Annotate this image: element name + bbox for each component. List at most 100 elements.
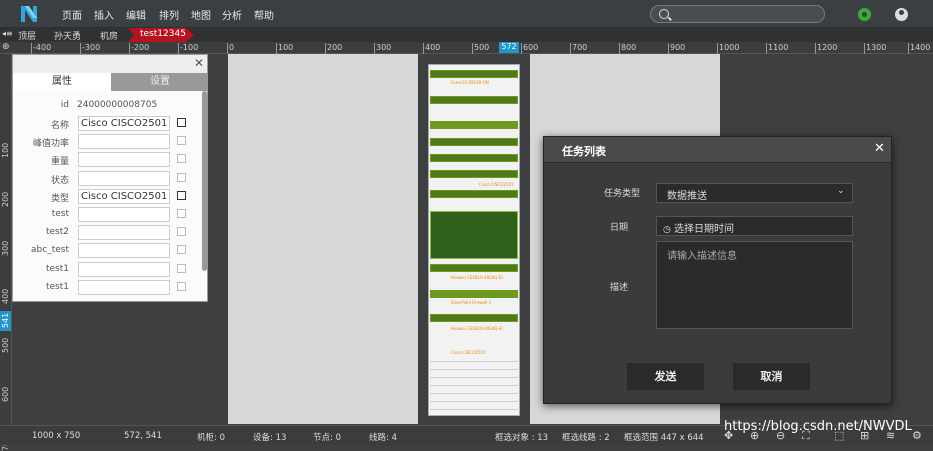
ruler-tick: -300: [79, 43, 101, 54]
device-label: Huawei CE6810-48S4Q-EI: [451, 326, 503, 331]
rack-slot: [430, 389, 518, 394]
ruler-tick: 1000: [716, 43, 740, 54]
property-checkbox[interactable]: [177, 281, 186, 291]
property-label: 峰值功率: [32, 139, 69, 150]
ruler-tick: 100: [275, 43, 294, 54]
property-row: test: [13, 206, 207, 224]
property-checkbox[interactable]: [177, 190, 186, 200]
menu-analyze[interactable]: 分析: [222, 7, 242, 22]
device-label: Cisco CISCO2501: [479, 182, 514, 187]
property-checkbox[interactable]: [177, 136, 186, 146]
ruler-tick: 1100: [765, 43, 789, 54]
property-checkbox[interactable]: [177, 118, 186, 127]
tab-settings[interactable]: 设置: [111, 73, 207, 91]
ruler-tick: 300: [373, 43, 392, 54]
property-label: 名称: [50, 121, 69, 131]
gear-icon[interactable]: [858, 8, 871, 21]
property-label: test: [51, 209, 69, 219]
menu-map[interactable]: 地图: [191, 7, 211, 22]
device-label: Huawei CE6810-48S4Q-EI: [451, 275, 503, 280]
node-count: 节点: 0: [313, 433, 341, 443]
rack-slot: [430, 381, 518, 386]
description-textarea[interactable]: 请输入描述信息: [656, 241, 853, 329]
tab-properties[interactable]: 属性: [13, 73, 111, 91]
ruler-tick: 900: [667, 43, 686, 54]
property-checkbox[interactable]: [177, 227, 186, 237]
property-row: 重量: [13, 151, 207, 169]
property-checkbox[interactable]: [177, 263, 186, 273]
settings-icon[interactable]: ⚙: [912, 429, 922, 442]
send-button[interactable]: 发送: [627, 363, 704, 390]
breadcrumb-active[interactable]: test12345: [128, 28, 194, 42]
clock-icon: ◷: [663, 225, 671, 235]
property-checkbox[interactable]: [177, 209, 186, 218]
menu-insert[interactable]: 插入: [94, 7, 114, 22]
rack-slot: [430, 357, 518, 362]
property-checkbox[interactable]: [177, 172, 186, 182]
rack-slot: [430, 365, 518, 370]
task-type-value: 数据推送: [667, 191, 707, 202]
property-checkbox[interactable]: [177, 245, 186, 255]
canvas-area[interactable]: [228, 54, 418, 424]
task-list-dialog: 任务列表 ✕ 任务类型 数据推送 ⌄ 日期 ◷ 选择日期时间 描述 请输入描述信…: [543, 136, 892, 404]
rack-device[interactable]: [430, 96, 518, 104]
rack-slot: [430, 397, 518, 402]
rack-device[interactable]: [430, 314, 518, 322]
breadcrumb-item[interactable]: 机房: [100, 29, 118, 42]
rack-device[interactable]: [430, 170, 518, 178]
task-type-label: 任务类型: [603, 189, 640, 199]
date-picker[interactable]: ◷ 选择日期时间: [656, 216, 853, 236]
ruler-tick: 400: [422, 43, 441, 54]
property-input[interactable]: [78, 243, 170, 259]
property-input[interactable]: [78, 170, 170, 186]
watermark: https://blog.csdn.net/NWVDL: [724, 419, 912, 434]
property-input[interactable]: Cisco CISCO2501: [78, 116, 170, 131]
rack-device[interactable]: [430, 211, 518, 259]
property-input[interactable]: [78, 225, 170, 241]
property-input[interactable]: [78, 207, 170, 222]
property-row: 状态: [13, 170, 207, 188]
rack-device[interactable]: [430, 138, 518, 146]
property-input[interactable]: Cisco CISCO2501: [78, 188, 170, 204]
rack-device[interactable]: [430, 70, 518, 78]
breadcrumb-item[interactable]: 孙天勇: [54, 29, 81, 42]
device-label: Silverfield Firewall 3: [451, 300, 492, 305]
property-checkbox[interactable]: [177, 154, 186, 164]
close-icon[interactable]: ✕: [874, 141, 885, 156]
menu-edit[interactable]: 编辑: [126, 7, 146, 22]
ruler-tick: 400: [1, 288, 10, 304]
rack-device[interactable]: [430, 190, 518, 198]
breadcrumb-active-label: test12345: [140, 29, 186, 39]
cursor-coords: 572, 541: [124, 431, 162, 441]
selected-objects: 框选对象 : 13: [495, 433, 549, 443]
device-count: 设备: 13: [253, 433, 287, 443]
property-input[interactable]: [78, 134, 170, 150]
menu-help[interactable]: 帮助: [254, 7, 274, 22]
ruler-tick: 200: [324, 43, 343, 54]
property-row: 名称 Cisco CISCO2501: [13, 115, 207, 133]
rack-cabinet[interactable]: Force10 Z9100-ON Cisco CISCO2501 Huawei …: [428, 64, 520, 416]
ruler-tick: 500: [1, 337, 10, 353]
panel-scrollbar[interactable]: [202, 91, 207, 271]
task-type-select[interactable]: 数据推送 ⌄: [656, 183, 853, 203]
property-input[interactable]: [78, 279, 170, 295]
search-input[interactable]: [650, 5, 825, 23]
close-icon[interactable]: ✕: [194, 56, 204, 70]
breadcrumb-home-icon[interactable]: ◂≡: [2, 29, 13, 38]
property-label: test2: [45, 227, 69, 238]
rack-device[interactable]: [430, 290, 518, 298]
property-input[interactable]: [78, 261, 170, 277]
description-label: 描述: [609, 283, 628, 293]
property-input[interactable]: [78, 152, 170, 168]
rack-device[interactable]: [430, 154, 518, 162]
menu-page[interactable]: 页面: [62, 7, 82, 22]
user-icon[interactable]: [895, 8, 908, 21]
selected-range: 框选范围 447 x 644: [624, 433, 704, 443]
cancel-button[interactable]: 取消: [733, 363, 810, 390]
breadcrumb-item[interactable]: 顶层: [18, 29, 36, 42]
ruler-position-marker: 572: [499, 42, 519, 53]
horizontal-ruler: ⊕ -400 -300 -200 -100 0 100 200 300 400 …: [0, 42, 933, 54]
menu-arrange[interactable]: 排列: [159, 7, 179, 22]
rack-device[interactable]: [430, 121, 518, 129]
rack-device[interactable]: [430, 264, 518, 272]
